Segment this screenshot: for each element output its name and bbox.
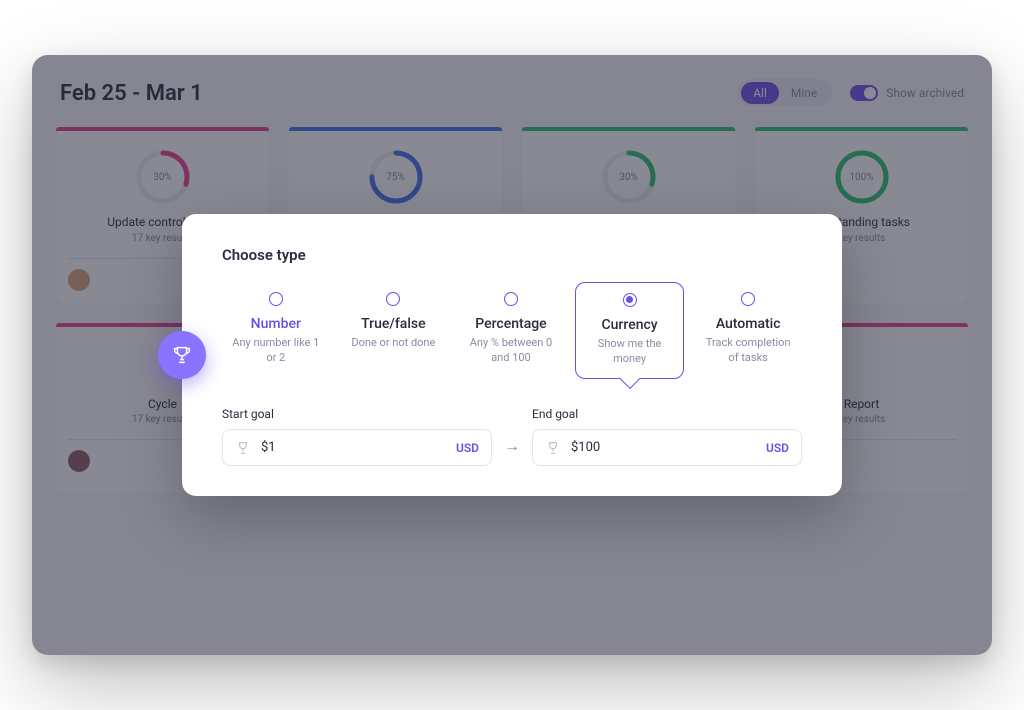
end-goal-label: End goal — [532, 407, 802, 421]
arrow-icon: → — [504, 436, 520, 466]
type-name: Currency — [582, 317, 678, 333]
trophy-icon — [235, 440, 251, 456]
start-goal-field[interactable] — [259, 439, 448, 456]
end-goal-input[interactable]: USD — [532, 429, 802, 466]
currency-unit[interactable]: USD — [766, 441, 789, 455]
radio-icon — [504, 292, 518, 306]
type-name: Automatic — [700, 316, 796, 332]
type-desc: Any % between 0 and 100 — [463, 336, 559, 366]
type-currency[interactable]: Currency Show me the money — [575, 282, 685, 380]
type-number[interactable]: Number Any number like 1 or 2 — [222, 282, 330, 380]
end-goal-field[interactable] — [569, 439, 758, 456]
trophy-icon — [171, 344, 193, 366]
app-frame: Feb 25 - Mar 1 All Mine Show archived 30… — [32, 55, 992, 655]
currency-unit[interactable]: USD — [456, 441, 479, 455]
radio-icon — [386, 292, 400, 306]
trophy-badge — [158, 331, 206, 379]
end-goal: End goal USD — [532, 407, 802, 466]
start-goal: Start goal USD — [222, 407, 492, 466]
trophy-icon — [545, 440, 561, 456]
choose-type-modal: Choose type Number Any number like 1 or … — [182, 214, 842, 497]
radio-icon — [623, 293, 637, 307]
radio-icon — [741, 292, 755, 306]
type-name: Percentage — [463, 316, 559, 332]
type-name: Number — [228, 316, 324, 332]
type-name: True/false — [346, 316, 442, 332]
type-automatic[interactable]: Automatic Track completion of tasks — [694, 282, 802, 380]
start-goal-label: Start goal — [222, 407, 492, 421]
type-options: Number Any number like 1 or 2 True/false… — [222, 282, 802, 380]
goal-inputs: Start goal USD → End goal USD — [222, 407, 802, 466]
start-goal-input[interactable]: USD — [222, 429, 492, 466]
type-percentage[interactable]: Percentage Any % between 0 and 100 — [457, 282, 565, 380]
type-truefalse[interactable]: True/false Done or not done — [340, 282, 448, 380]
type-desc: Track completion of tasks — [700, 336, 796, 366]
type-desc: Any number like 1 or 2 — [228, 336, 324, 366]
modal-heading: Choose type — [222, 246, 802, 264]
radio-icon — [269, 292, 283, 306]
type-desc: Show me the money — [582, 337, 678, 367]
type-desc: Done or not done — [346, 336, 442, 351]
modal-overlay[interactable]: Choose type Number Any number like 1 or … — [32, 55, 992, 655]
